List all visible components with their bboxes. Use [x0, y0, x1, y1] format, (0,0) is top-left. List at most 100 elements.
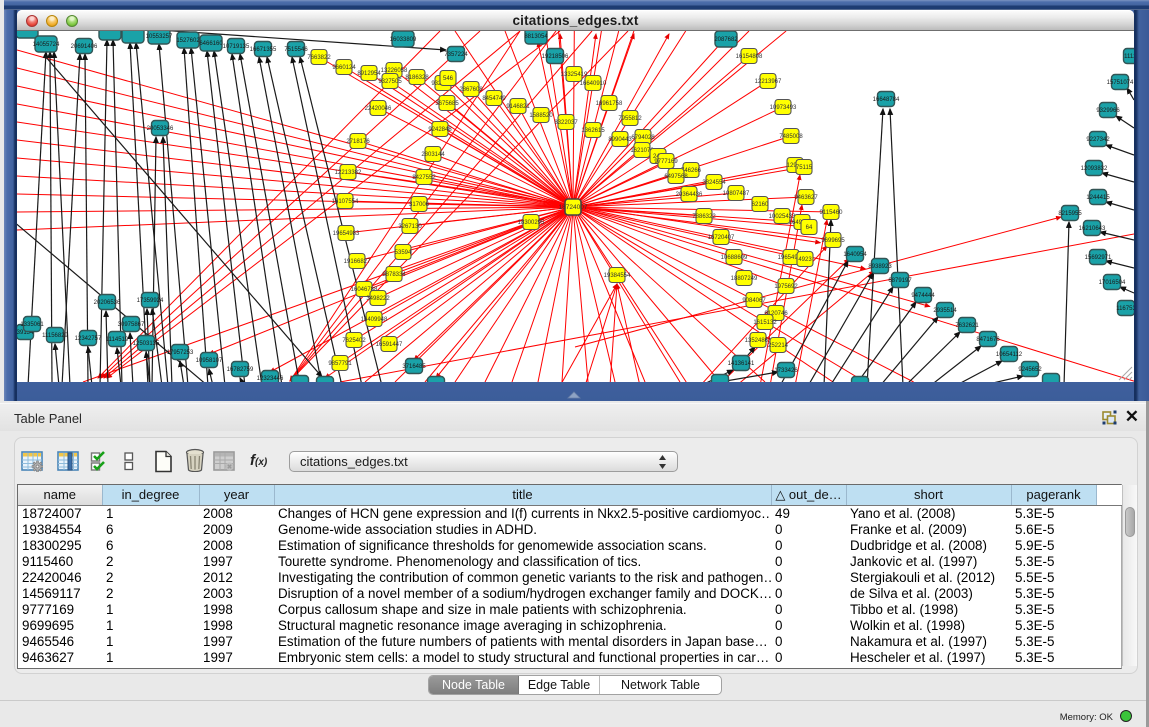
svg-text:8990443: 8990443 — [608, 137, 632, 143]
svg-text:18807249: 18807249 — [731, 276, 758, 282]
svg-text:11123: 11123 — [1124, 54, 1134, 60]
svg-text:7485008: 7485008 — [779, 134, 803, 140]
svg-text:2867608: 2867608 — [459, 87, 483, 93]
svg-text:19384554: 19384554 — [604, 273, 631, 279]
svg-text:1640954: 1640954 — [843, 252, 867, 258]
svg-text:8427552: 8427552 — [412, 175, 436, 181]
svg-text:16033809: 16033809 — [390, 37, 417, 43]
svg-text:20053346: 20053346 — [147, 126, 174, 132]
svg-text:16154808: 16154808 — [736, 54, 763, 60]
svg-text:2718176: 2718176 — [346, 139, 370, 145]
svg-text:16640910: 16640910 — [580, 81, 607, 87]
svg-text:17957253: 17957253 — [167, 350, 194, 356]
svg-text:17016504: 17016504 — [1099, 280, 1126, 286]
svg-text:7632621: 7632621 — [955, 323, 979, 329]
svg-text:10719135: 10719135 — [223, 44, 250, 50]
svg-text:9115460: 9115460 — [820, 210, 844, 216]
svg-text:19166827: 19166827 — [344, 259, 371, 265]
svg-text:1335061: 1335061 — [20, 322, 44, 328]
svg-text:16409948: 16409948 — [361, 317, 388, 323]
svg-text:8471676: 8471676 — [976, 337, 1000, 343]
svg-text:9660124: 9660124 — [332, 65, 356, 71]
svg-text:9084067: 9084067 — [742, 298, 766, 304]
svg-text:4923: 4923 — [798, 257, 812, 263]
svg-text:9474444: 9474444 — [911, 293, 935, 299]
svg-text:20691406: 20691406 — [71, 44, 98, 50]
svg-text:7886322: 7886322 — [692, 214, 716, 220]
svg-text:16671355: 16671355 — [250, 47, 277, 53]
svg-text:20364436: 20364436 — [676, 192, 703, 198]
svg-text:9245652: 9245652 — [1018, 367, 1042, 373]
svg-text:8813054: 8813054 — [524, 34, 548, 40]
svg-text:8215955: 8215955 — [1058, 211, 1082, 217]
svg-text:9329966: 9329966 — [1096, 108, 1120, 114]
svg-text:16782759: 16782759 — [227, 367, 254, 373]
svg-text:8878334: 8878334 — [382, 272, 406, 278]
svg-text:13325419: 13325419 — [561, 72, 588, 78]
svg-text:12213967: 12213967 — [755, 79, 782, 85]
svg-text:9227342: 9227342 — [1086, 137, 1110, 143]
svg-text:1244415: 1244415 — [1086, 195, 1110, 201]
svg-text:8454749: 8454749 — [482, 96, 506, 102]
svg-text:16107554: 16107554 — [332, 199, 359, 205]
svg-text:8186328: 8186328 — [405, 75, 429, 81]
svg-text:17359924: 17359924 — [137, 298, 164, 304]
svg-text:18300295: 18300295 — [518, 220, 545, 226]
svg-text:3716485: 3716485 — [402, 364, 426, 370]
svg-text:6794028: 6794028 — [631, 135, 655, 141]
svg-text:8912954: 8912954 — [357, 71, 381, 77]
svg-text:7357224: 7357224 — [444, 52, 468, 58]
svg-text:2087682: 2087682 — [714, 37, 738, 43]
svg-text:1588520: 1588520 — [529, 113, 553, 119]
svg-text:7955812: 7955812 — [618, 116, 642, 122]
svg-text:9699695: 9699695 — [821, 238, 845, 244]
svg-text:1114519: 1114519 — [106, 337, 129, 343]
svg-text:15751074: 15751074 — [1107, 80, 1134, 86]
svg-text:10688609: 10688609 — [721, 255, 748, 261]
svg-text:10553257: 10553257 — [146, 34, 173, 40]
svg-text:9463627: 9463627 — [794, 195, 818, 201]
svg-text:6879197: 6879197 — [888, 278, 912, 284]
svg-text:20206536: 20206536 — [94, 300, 121, 306]
svg-text:252214: 252214 — [768, 343, 789, 349]
svg-text:10654112: 10654112 — [996, 352, 1023, 358]
svg-text:3498222: 3498222 — [366, 296, 390, 302]
svg-text:12342757: 12342757 — [75, 336, 102, 342]
svg-text:14136141: 14136141 — [728, 361, 755, 367]
svg-text:16961758: 16961758 — [596, 101, 623, 107]
svg-text:16591447: 16591447 — [376, 342, 403, 348]
svg-text:64: 64 — [806, 225, 813, 231]
svg-text:16210643: 16210643 — [1079, 226, 1106, 232]
svg-text:116753: 116753 — [1116, 306, 1134, 312]
svg-text:2803144: 2803144 — [421, 152, 445, 158]
svg-text:3824554: 3824554 — [702, 180, 726, 186]
svg-text:7663822: 7663822 — [307, 55, 331, 61]
svg-text:18724007: 18724007 — [559, 204, 588, 211]
svg-text:8322037: 8322037 — [554, 120, 578, 126]
svg-text:2935514: 2935514 — [933, 308, 957, 314]
svg-text:9777169: 9777169 — [654, 159, 678, 165]
svg-text:546: 546 — [443, 76, 454, 82]
svg-text:22420046: 22420046 — [365, 106, 392, 112]
svg-text:1527602: 1527602 — [176, 38, 200, 44]
svg-text:1733426: 1733426 — [774, 368, 798, 374]
svg-text:15692971: 15692971 — [1085, 255, 1112, 261]
svg-text:10807487: 10807487 — [723, 191, 750, 197]
svg-text:19218506: 19218506 — [542, 54, 569, 60]
svg-text:1362615: 1362615 — [581, 128, 605, 134]
svg-text:12323446: 12323446 — [257, 376, 284, 382]
svg-text:9146821: 9146821 — [506, 104, 530, 110]
svg-text:7625402: 7625402 — [342, 338, 366, 344]
svg-text:12213382: 12213382 — [335, 170, 362, 176]
svg-text:9242848: 9242848 — [428, 127, 452, 133]
svg-text:53594: 53594 — [395, 250, 412, 256]
svg-text:3267130: 3267130 — [398, 224, 422, 230]
svg-text:12093832: 12093832 — [1081, 166, 1108, 172]
svg-text:1975692: 1975692 — [774, 284, 798, 290]
svg-text:75115: 75115 — [796, 165, 813, 171]
svg-text:16720407: 16720407 — [708, 235, 735, 241]
svg-text:11156829: 11156829 — [42, 333, 68, 339]
svg-text:19654983: 19654983 — [333, 231, 360, 237]
svg-text:3675685: 3675685 — [435, 101, 459, 107]
svg-text:9857791: 9857791 — [328, 361, 352, 367]
